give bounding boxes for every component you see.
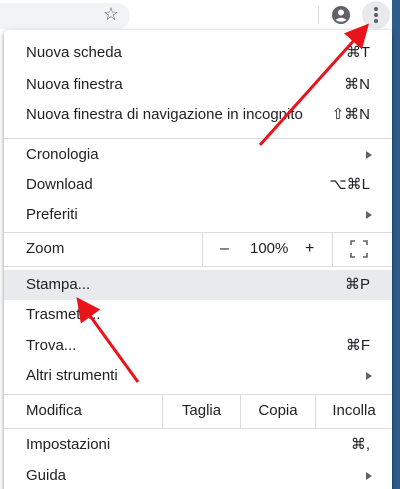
zoom-row: Zoom – 100% + <box>4 232 392 266</box>
menu-item-help[interactable]: Guida <box>4 461 392 489</box>
zoom-divider <box>332 232 333 266</box>
menu-item-label: Trasmetti... <box>26 306 101 323</box>
menu-item-shortcut: ⌘N <box>344 76 370 93</box>
menu-item-label: Cronologia <box>26 146 99 163</box>
menu-item-label: Guida <box>26 467 67 484</box>
menu-item-shortcut: ⌘F <box>345 337 370 354</box>
submenu-arrow-icon <box>366 211 372 219</box>
menu-item-label: Nuova scheda <box>26 44 122 61</box>
menu-item-shortcut: ⌘T <box>345 44 370 61</box>
fullscreen-icon[interactable] <box>350 240 368 258</box>
menu-item-shortcut: ⇧⌘N <box>331 106 370 123</box>
zoom-divider <box>202 232 203 266</box>
submenu-arrow-icon <box>366 372 372 380</box>
cut-button[interactable]: Taglia <box>162 394 240 428</box>
copy-button[interactable]: Copia <box>240 394 315 428</box>
menu-item-shortcut: ⌘P <box>344 276 370 293</box>
account-icon[interactable] <box>331 5 351 25</box>
menu-item-bookmarks[interactable]: Preferiti <box>4 200 392 230</box>
star-icon[interactable]: ☆ <box>101 4 121 24</box>
menu-item-label: Trova... <box>26 337 77 354</box>
menu-item-new-tab[interactable]: Nuova scheda ⌘T <box>4 38 392 68</box>
submenu-arrow-icon <box>366 472 372 480</box>
zoom-label: Zoom <box>26 240 65 257</box>
chrome-menu: Nuova scheda ⌘T Nuova finestra ⌘N Nuova … <box>4 30 392 489</box>
zoom-level: 100% <box>250 240 289 257</box>
menu-item-history[interactable]: Cronologia <box>4 140 392 170</box>
submenu-arrow-icon <box>366 151 372 159</box>
menu-separator <box>4 138 392 139</box>
menu-item-label: Altri strumenti <box>26 367 118 384</box>
edit-row: Modifica Taglia Copia Incolla <box>4 394 392 428</box>
menu-item-shortcut: ⌥⌘L <box>329 176 370 193</box>
menu-item-label: Nuova finestra di navigazione in incogni… <box>26 106 303 123</box>
zoom-in-button[interactable]: + <box>305 232 314 266</box>
menu-separator <box>4 266 392 267</box>
menu-item-cast[interactable]: Trasmetti... <box>4 300 392 330</box>
menu-item-label: Stampa... <box>26 276 91 293</box>
menu-item-find[interactable]: Trova... ⌘F <box>4 331 392 361</box>
toolbar-divider <box>318 6 319 24</box>
edit-label: Modifica <box>26 402 82 419</box>
zoom-out-button[interactable]: – <box>220 232 229 266</box>
more-vert-icon <box>374 7 378 23</box>
menu-separator <box>4 428 392 429</box>
menu-item-downloads[interactable]: Download ⌥⌘L <box>4 170 392 200</box>
menu-item-more-tools[interactable]: Altri strumenti <box>4 361 392 391</box>
menu-item-label: Download <box>26 176 93 193</box>
browser-toolbar: ☆ <box>0 0 400 32</box>
menu-item-new-window[interactable]: Nuova finestra ⌘N <box>4 70 392 100</box>
paste-button[interactable]: Incolla <box>315 394 392 428</box>
menu-item-incognito-window[interactable]: Nuova finestra di navigazione in incogni… <box>4 100 392 130</box>
window-edge <box>392 0 400 489</box>
menu-button[interactable] <box>362 1 390 29</box>
menu-item-shortcut: ⌘, <box>350 436 370 453</box>
menu-item-label: Impostazioni <box>26 436 111 453</box>
menu-item-print[interactable]: Stampa... ⌘P <box>4 270 392 300</box>
menu-item-label: Preferiti <box>26 206 78 223</box>
menu-item-label: Nuova finestra <box>26 76 123 93</box>
menu-item-settings[interactable]: Impostazioni ⌘, <box>4 430 392 460</box>
